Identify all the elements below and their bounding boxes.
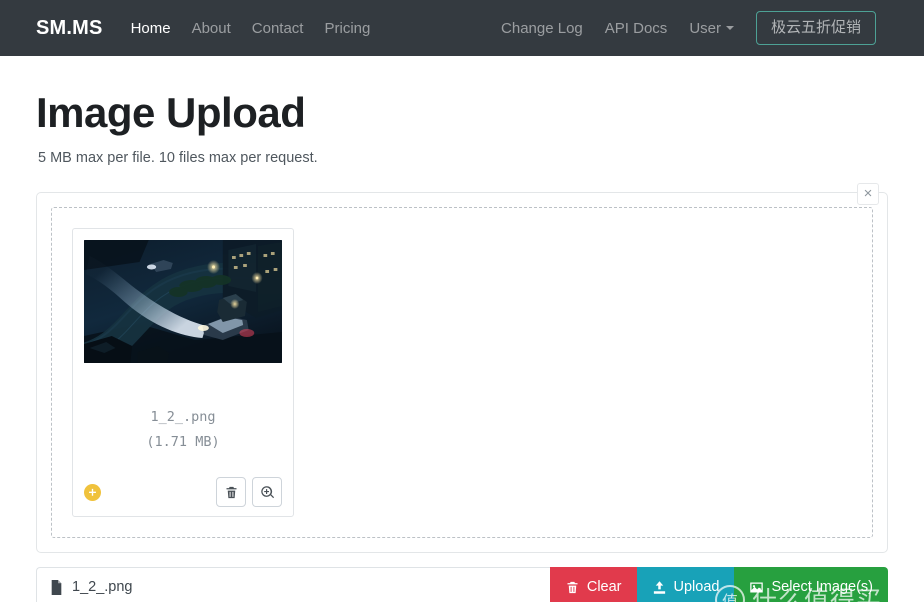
magnifier-plus-icon: [260, 485, 274, 498]
file-icon: [51, 579, 62, 595]
file-card-actions: [84, 477, 282, 508]
image-icon: [750, 582, 764, 593]
upload-icon: [653, 580, 665, 594]
file-name: 1_2_.png: [150, 409, 216, 426]
selected-file-display[interactable]: 1_2_.png: [36, 567, 550, 602]
close-icon[interactable]: ×: [857, 183, 879, 206]
promo-button[interactable]: 极云五折促销: [755, 10, 876, 46]
upload-button-label: Upload: [673, 578, 720, 595]
trash-icon: [226, 486, 236, 498]
nav-link-change-log[interactable]: Change Log: [501, 21, 583, 36]
nav-link-api-docs[interactable]: API Docs: [605, 21, 668, 36]
nav-link-about[interactable]: About: [192, 21, 231, 36]
brand-logo[interactable]: SM.MS: [36, 17, 103, 40]
night-road-car-thumbnail: [84, 240, 282, 364]
trash-icon: [567, 581, 578, 593]
secondary-nav: Change Log API Docs User 极云五折促销: [501, 10, 876, 46]
upload-button[interactable]: Upload: [636, 567, 735, 602]
upload-toolbar: 1_2_.png Clear Upload Select Image(s) 值 …: [36, 567, 888, 602]
clear-button[interactable]: Clear: [549, 567, 637, 602]
select-images-button-label: Select Image(s): [771, 578, 873, 595]
file-meta: 1_2_.png (1.71 MB): [84, 405, 282, 455]
delete-file-button[interactable]: [216, 477, 246, 508]
upload-panel: × 1_2_.png (1.71 MB): [36, 183, 888, 554]
nav-link-contact[interactable]: Contact: [252, 21, 304, 36]
page-title: Image Upload: [36, 89, 306, 136]
nav-dropdown-user-label: User: [689, 19, 721, 37]
file-card: 1_2_.png (1.71 MB): [72, 228, 294, 518]
file-card-buttons: [216, 477, 282, 508]
page-container: Image Upload 5 MB max per file. 10 files…: [0, 89, 924, 602]
select-images-button[interactable]: Select Image(s): [734, 567, 888, 602]
preview-file-button[interactable]: [252, 477, 282, 508]
plus-circle-icon: [84, 483, 101, 501]
clear-button-label: Clear: [586, 578, 622, 595]
file-dropzone[interactable]: 1_2_.png (1.71 MB): [51, 207, 873, 539]
primary-nav: Home About Contact Pricing: [131, 21, 371, 36]
selected-file-name: 1_2_.png: [72, 579, 133, 596]
chevron-down-icon: [725, 26, 734, 30]
nav-dropdown-user[interactable]: User: [689, 21, 734, 36]
nav-link-pricing[interactable]: Pricing: [324, 21, 370, 36]
file-thumbnail: [84, 240, 282, 364]
nav-link-home[interactable]: Home: [131, 21, 171, 36]
file-size: (1.71 MB): [146, 434, 220, 451]
page-subtitle: 5 MB max per file. 10 files max per requ…: [38, 150, 318, 167]
top-navbar: SM.MS Home About Contact Pricing Change …: [0, 0, 924, 56]
